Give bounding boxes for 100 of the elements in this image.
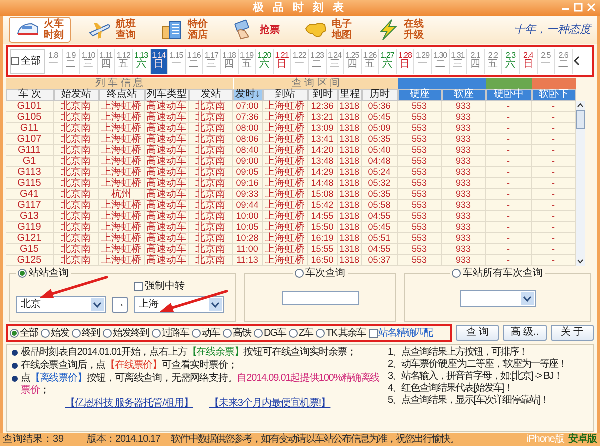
table-cell[interactable]: G11	[6, 123, 54, 134]
table-cell[interactable]: 上海虹桥	[263, 156, 308, 167]
date-tab[interactable]: 1.8 一	[45, 48, 63, 74]
close-icon[interactable]	[587, 3, 596, 12]
table-cell[interactable]: 北京南	[189, 255, 233, 266]
table-cell[interactable]: -	[486, 156, 532, 167]
table-cell[interactable]: 933	[442, 189, 486, 200]
filter-option[interactable]: 动车	[192, 326, 220, 340]
table-cell[interactable]: 553	[398, 178, 442, 189]
column-header[interactable]: 历时	[362, 89, 398, 101]
date-tab[interactable]: 2.3 六	[502, 48, 520, 74]
table-cell[interactable]: 上海虹桥	[263, 222, 308, 233]
filter-option[interactable]: 全部	[10, 326, 38, 340]
radio-button[interactable]	[72, 328, 81, 338]
table-cell[interactable]: 1318	[338, 200, 362, 211]
radio-button[interactable]	[192, 328, 201, 338]
action-button[interactable]: 高 级..	[503, 325, 547, 341]
table-cell[interactable]: 15:50	[308, 222, 338, 233]
table-cell[interactable]: 上海虹桥	[263, 178, 308, 189]
table-cell[interactable]: 上海虹桥	[99, 222, 145, 233]
table-cell[interactable]: -	[532, 123, 576, 134]
table-cell[interactable]: -	[486, 189, 532, 200]
table-cell[interactable]: G113	[6, 167, 54, 178]
filter-option[interactable]: TK 其余车	[316, 326, 366, 340]
table-cell[interactable]: 933	[442, 167, 486, 178]
table-cell[interactable]: 553	[398, 156, 442, 167]
table-cell[interactable]: 北京南	[189, 233, 233, 244]
date-tab[interactable]: 1.15 一	[168, 48, 186, 74]
filter-option[interactable]: DG车	[254, 326, 286, 340]
table-cell[interactable]: 上海虹桥	[99, 112, 145, 123]
table-cell[interactable]: 05:51	[362, 233, 398, 244]
table-cell[interactable]: 上海虹桥	[263, 200, 308, 211]
table-cell[interactable]: 13:48	[308, 156, 338, 167]
table-cell[interactable]: 北京南	[54, 178, 99, 189]
table-cell[interactable]: -	[486, 200, 532, 211]
table-cell[interactable]: 1318	[338, 189, 362, 200]
table-cell[interactable]: 14:48	[308, 178, 338, 189]
table-cell[interactable]: -	[532, 211, 576, 222]
table-cell[interactable]: G125	[6, 255, 54, 266]
table-cell[interactable]: 08:06	[233, 134, 263, 145]
table-cell[interactable]: 933	[442, 244, 486, 255]
radio-button[interactable]	[316, 328, 326, 338]
table-cell[interactable]: 553	[398, 145, 442, 156]
table-cell[interactable]: 05:24	[362, 167, 398, 178]
table-cell[interactable]: 09:16	[233, 178, 263, 189]
table-cell[interactable]: 1318	[338, 178, 362, 189]
radio-button[interactable]	[103, 328, 112, 338]
table-cell[interactable]: 上海虹桥	[99, 178, 145, 189]
table-cell[interactable]: -	[486, 255, 532, 266]
table-cell[interactable]: 1318	[338, 244, 362, 255]
table-cell[interactable]: 933	[442, 233, 486, 244]
column-header[interactable]: 硬卧中	[486, 89, 532, 101]
radio-button[interactable]	[223, 328, 232, 338]
column-header[interactable]: 软座	[442, 89, 486, 101]
table-cell[interactable]: 10:28	[233, 233, 263, 244]
table-cell[interactable]: -	[532, 200, 576, 211]
table-cell[interactable]: 高速动车	[145, 167, 189, 178]
table-cell[interactable]: 上海虹桥	[99, 255, 145, 266]
table-cell[interactable]: -	[486, 145, 532, 156]
table-cell[interactable]: 上海虹桥	[263, 255, 308, 266]
filter-option[interactable]: Z车	[289, 326, 314, 340]
table-cell[interactable]: 北京南	[189, 200, 233, 211]
radio-button[interactable]	[452, 269, 461, 278]
table-cell[interactable]: -	[486, 233, 532, 244]
table-cell[interactable]: 933	[442, 112, 486, 123]
table-cell[interactable]: -	[486, 244, 532, 255]
date-tab[interactable]: 1.29 一	[414, 48, 432, 74]
date-tab[interactable]: 1.21 日	[274, 48, 292, 74]
filter-option[interactable]: 过路车	[152, 326, 189, 340]
table-cell[interactable]: 933	[442, 145, 486, 156]
table-cell[interactable]: 高速动车	[145, 244, 189, 255]
table-cell[interactable]: 13:41	[308, 134, 338, 145]
date-tab[interactable]: 1.16 二	[186, 48, 204, 74]
exact-match-option[interactable]: 站名精确匹配	[368, 326, 433, 340]
table-cell[interactable]: 北京南	[189, 156, 233, 167]
table-cell[interactable]: 上海虹桥	[99, 156, 145, 167]
table-cell[interactable]: 上海虹桥	[263, 101, 308, 112]
date-tab[interactable]: 1.11 四	[98, 48, 116, 74]
column-header[interactable]: 发站	[189, 89, 233, 101]
station-trains-option[interactable]: 车站所有车次查询	[452, 266, 543, 281]
table-cell[interactable]: 上海虹桥	[263, 233, 308, 244]
table-cell[interactable]: 北京南	[54, 134, 99, 145]
date-tab[interactable]: 1.23 二	[308, 48, 326, 74]
table-cell[interactable]: -	[486, 211, 532, 222]
table-cell[interactable]: 北京南	[54, 222, 99, 233]
table-cell[interactable]: 北京南	[54, 145, 99, 156]
table-cell[interactable]: 933	[442, 200, 486, 211]
table-cell[interactable]: -	[532, 244, 576, 255]
table-cell[interactable]: G115	[6, 178, 54, 189]
table-cell[interactable]: G101	[6, 101, 54, 112]
date-tab[interactable]: 1.18 四	[220, 48, 239, 74]
table-cell[interactable]: 10:05	[233, 222, 263, 233]
table-cell[interactable]: 北京南	[54, 101, 99, 112]
table-cell[interactable]: -	[486, 123, 532, 134]
date-tab[interactable]: 1.27 六	[379, 48, 397, 74]
date-tab[interactable]: 1.19 五	[238, 48, 256, 74]
table-cell[interactable]: 13:21	[308, 112, 338, 123]
table-cell[interactable]: 07:36	[233, 112, 263, 123]
table-cell[interactable]: 553	[398, 112, 442, 123]
date-tab[interactable]: 2.6 二	[555, 48, 573, 74]
